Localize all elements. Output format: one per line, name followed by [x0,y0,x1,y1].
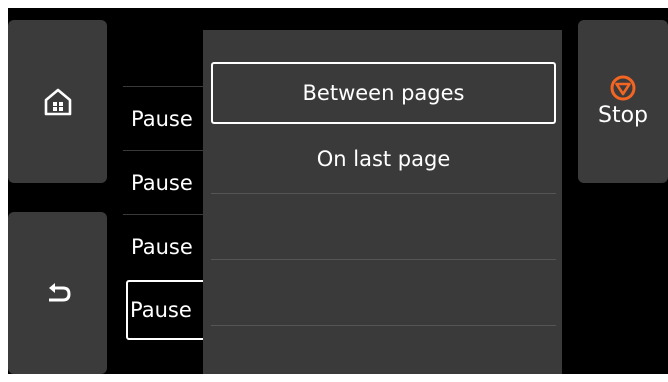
empty-option-row [211,194,556,256]
back-arrow-icon [48,283,71,302]
option-between-pages[interactable]: Between pages [211,62,556,124]
option-on-last-page[interactable]: On last page [211,128,556,190]
list-item-label: Pause [130,298,192,322]
printer-touch-screen: Stop Pause Pause Pause Pause Between pag… [0,0,668,382]
list-item[interactable]: Pause [123,214,213,278]
settings-list: Pause Pause Pause Pause [123,86,213,340]
option-popup: Between pages On last page [203,30,562,374]
list-item-label: Pause [131,170,193,195]
lcd-panel: Stop Pause Pause Pause Pause Between pag… [8,8,668,374]
list-item-selected[interactable]: Pause [126,280,213,340]
home-icon [44,88,71,115]
back-button[interactable] [8,212,107,374]
stop-button[interactable]: Stop [578,20,668,183]
option-label: On last page [316,147,451,171]
list-item[interactable]: Pause [123,86,213,150]
list-item-label: Pause [131,234,193,259]
empty-option-row [211,260,556,322]
stop-label: Stop [597,103,648,128]
home-button[interactable] [8,20,107,183]
stop-icon [610,75,636,101]
list-item[interactable]: Pause [123,150,213,214]
option-label: Between pages [302,81,465,105]
list-item-label: Pause [131,106,193,131]
empty-option-row [211,326,556,374]
